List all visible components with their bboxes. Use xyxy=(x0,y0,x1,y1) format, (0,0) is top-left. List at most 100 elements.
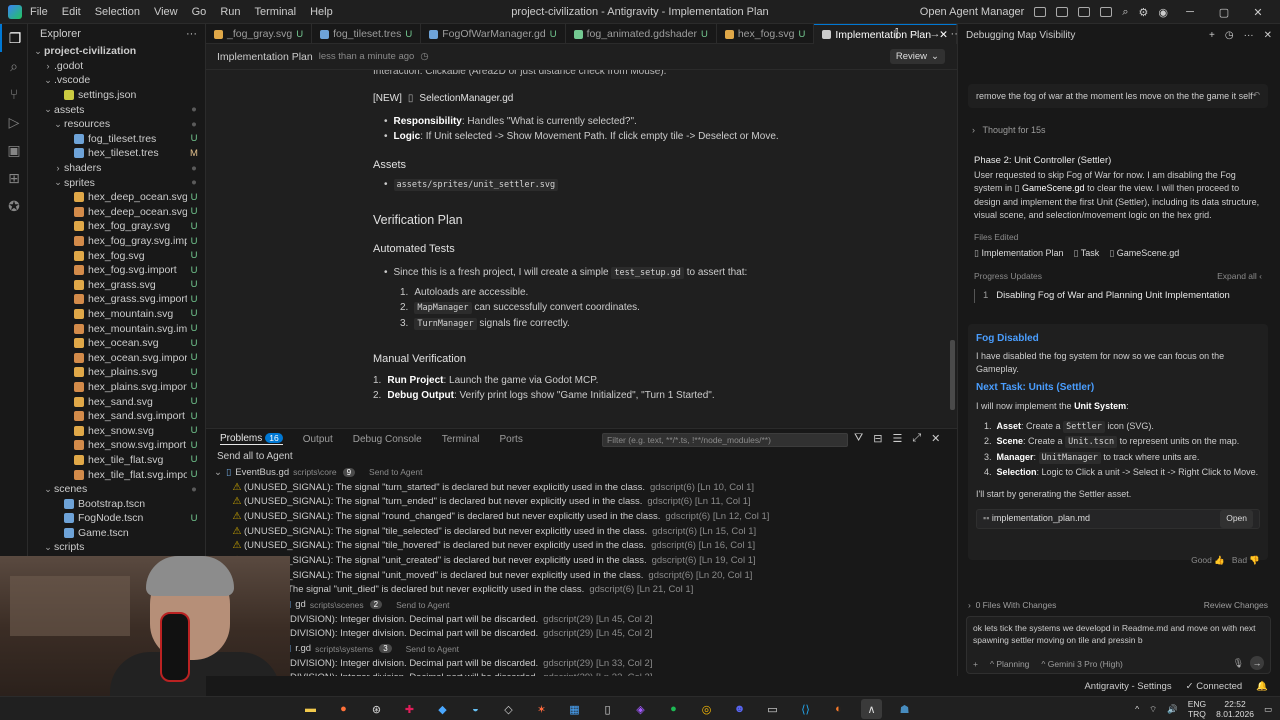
menu-terminal[interactable]: Terminal xyxy=(255,6,297,18)
source-control-icon[interactable]: ⑂ xyxy=(0,80,28,108)
notifications-icon[interactable]: ▭ xyxy=(1264,704,1272,715)
explorer-item[interactable]: hex_tile_flat.svg U xyxy=(28,453,205,468)
agent-icon[interactable]: ✪ xyxy=(0,192,28,220)
menu-selection[interactable]: Selection xyxy=(95,6,140,18)
app-blue-icon[interactable]: ◆ xyxy=(432,699,453,719)
editor-tab[interactable]: fog_animated.gdshader U xyxy=(566,24,717,44)
secondary-sidebar-icon[interactable] xyxy=(1100,7,1113,17)
explorer-icon[interactable]: ❐ xyxy=(0,24,28,52)
explorer-item[interactable]: hex_sand.svg U xyxy=(28,394,205,409)
firefox-icon[interactable]: ● xyxy=(333,699,354,719)
blender-icon[interactable]: ◐ xyxy=(828,699,849,719)
figma-icon[interactable]: ◈ xyxy=(630,699,651,719)
notepad-icon[interactable]: ▯ xyxy=(597,699,618,719)
plan-file-card[interactable]: ▪▪ implementation_plan.md Open xyxy=(976,509,1260,529)
clock[interactable]: 22:52 8.01.2026 xyxy=(1216,699,1254,719)
explorer-item[interactable]: fog_tileset.tres U xyxy=(28,132,205,147)
review-changes-button[interactable]: Review Changes xyxy=(1204,600,1268,610)
send-to-agent-button[interactable]: Send to Agent xyxy=(396,600,449,610)
editor-tab[interactable]: fog_tileset.tres U xyxy=(312,24,422,44)
explorer-item[interactable]: ⌄ sprites ● xyxy=(28,175,205,190)
language-indicator[interactable]: ENG TRQ xyxy=(1188,699,1206,719)
panel-tab-terminal[interactable]: Terminal xyxy=(442,434,480,445)
problems-filter-input[interactable]: Filter (e.g. text, **/*.ts, !**/node_mod… xyxy=(602,433,848,447)
good-button[interactable]: Good 👍 xyxy=(1191,555,1225,565)
edited-file-link[interactable]: ▯ GameScene.gd xyxy=(1109,247,1179,261)
antigravity-icon[interactable]: ∧ xyxy=(861,699,882,719)
problem-row[interactable]: ⚠(UNUSED_SIGNAL): The signal "unit_creat… xyxy=(206,553,957,568)
more-actions-icon[interactable]: ··· xyxy=(186,28,197,40)
explorer-item[interactable]: hex_mountain.svg.importU xyxy=(28,321,205,336)
problem-row[interactable]: ⚠ (UNUSED_SIGNAL): The signal "tile_hover… xyxy=(206,538,957,553)
send-to-agent-button[interactable]: Send to Agent xyxy=(406,644,459,654)
close-window-button[interactable]: ✕ xyxy=(1246,6,1270,19)
tray-chevron-icon[interactable]: ^ xyxy=(1135,704,1139,714)
search-view-icon[interactable]: ⌕ xyxy=(0,52,28,80)
chatgpt-icon[interactable]: ⊛ xyxy=(366,699,387,719)
explorer-item[interactable]: Bootstrap.tscn xyxy=(28,496,205,511)
problem-file-row[interactable]: ⌄ ▯ EventBus.gd scripts\core 9 Send to Agent xyxy=(206,465,957,480)
explorer-item[interactable]: ⌄ assets ● xyxy=(28,102,205,117)
problem-row[interactable]: ⚠SIGNAL): The signal "unit_died" is decl… xyxy=(206,583,957,598)
panel-tab-problems[interactable]: Problems 16 xyxy=(220,433,283,445)
explorer-item[interactable]: hex_deep_ocean.svg U xyxy=(28,190,205,205)
maximize-button[interactable]: ▢ xyxy=(1212,6,1236,19)
files-with-changes[interactable]: › 0 Files With Changes xyxy=(968,600,1056,610)
undo-icon[interactable]: ↶ xyxy=(1252,90,1260,101)
filter-icon[interactable]: ⛛ xyxy=(854,432,863,445)
connected-status[interactable]: ✓ Connected xyxy=(1186,681,1243,692)
edited-file-link[interactable]: ▯ Task xyxy=(1074,247,1100,261)
app-orange-icon[interactable]: ✶ xyxy=(531,699,552,719)
editor-tab[interactable]: FogOfWarManager.gd U xyxy=(421,24,566,44)
project-root[interactable]: ⌄ project-civilization xyxy=(28,44,205,59)
thought-toggle[interactable]: › Thought for 15s xyxy=(972,125,1046,135)
microphone-icon[interactable]: 🎙 xyxy=(1233,658,1244,669)
problem-file-row[interactable]: ⌄▯gdscripts\scenes2Send to Agent xyxy=(206,597,957,612)
explorer-item[interactable]: hex_fog_gray.svg.importU xyxy=(28,234,205,249)
explorer-item[interactable]: hex_tile_flat.svg.import U xyxy=(28,467,205,482)
editor-tab[interactable]: hex_fog.svg U xyxy=(717,24,815,44)
bad-button[interactable]: Bad 👎 xyxy=(1232,555,1260,565)
settings-status[interactable]: Antigravity - Settings xyxy=(1084,681,1171,692)
menu-file[interactable]: File xyxy=(30,6,48,18)
steam-icon[interactable]: ◒ xyxy=(465,699,486,719)
problem-row[interactable]: DIVISION): Integer division. Decimal par… xyxy=(206,612,957,627)
problem-row[interactable]: DIVISION): Integer division. Decimal par… xyxy=(206,627,957,642)
history-icon[interactable]: ◷ xyxy=(1225,30,1234,41)
view-as-list-icon[interactable]: ☰ xyxy=(892,432,902,445)
run-debug-icon[interactable]: ▷ xyxy=(0,108,28,136)
calendar-icon[interactable]: ▦ xyxy=(564,699,585,719)
explorer-item[interactable]: hex_fog_gray.svg U xyxy=(28,219,205,234)
explorer-item[interactable]: hex_sand.svg.import U xyxy=(28,409,205,424)
back-icon[interactable]: ← xyxy=(909,28,920,40)
chat-composer[interactable]: ok lets tick the systems we developd in … xyxy=(966,616,1271,674)
explorer-item[interactable]: hex_grass.svg.import U xyxy=(28,292,205,307)
extensions-icon[interactable]: ⊞ xyxy=(0,164,28,192)
explorer-item[interactable]: hex_grass.svg U xyxy=(28,278,205,293)
close-panel-icon[interactable]: ✕ xyxy=(931,432,940,445)
slack-icon[interactable]: ✚ xyxy=(399,699,420,719)
explorer-item[interactable]: › .godot xyxy=(28,59,205,74)
menu-go[interactable]: Go xyxy=(192,6,207,18)
open-agent-manager-button[interactable]: Open Agent Manager xyxy=(920,6,1025,18)
panel-toggle-icon[interactable] xyxy=(1078,7,1091,17)
send-all-to-agent-button[interactable]: Send all to Agent xyxy=(206,449,957,465)
search-icon[interactable]: ⌕ xyxy=(1122,6,1128,19)
explorer-item[interactable]: ⌄ scripts xyxy=(28,540,205,555)
panel-tab-debug-console[interactable]: Debug Console xyxy=(353,434,422,445)
explorer-item[interactable]: hex_plains.svg U xyxy=(28,365,205,380)
progress-item[interactable]: 1 Disabling Fog of War and Planning Unit… xyxy=(974,289,1262,303)
mode-select[interactable]: ^ Planning xyxy=(990,659,1029,669)
problem-row[interactable]: DIVISION): Integer division. Decimal par… xyxy=(206,656,957,671)
explorer-item[interactable]: › shaders ● xyxy=(28,161,205,176)
explorer-item[interactable]: hex_tileset.tres M xyxy=(28,146,205,161)
explorer-item[interactable]: hex_ocean.svg U xyxy=(28,336,205,351)
problem-row[interactable]: ⚠ (UNUSED_SIGNAL): The signal "round_chan… xyxy=(206,509,957,524)
doc-scrollbar[interactable] xyxy=(950,340,955,410)
open-plan-button[interactable]: Open xyxy=(1220,510,1253,528)
add-context-icon[interactable]: + xyxy=(973,659,978,669)
problem-row[interactable]: ⚠ (UNUSED_SIGNAL): The signal "turn_ended… xyxy=(206,494,957,509)
problem-file-row[interactable]: ⌄▯r.gdscripts\systems3Send to Agent xyxy=(206,641,957,656)
volume-icon[interactable]: 🔊 xyxy=(1167,704,1178,715)
history-icon[interactable]: ◷ xyxy=(420,51,428,62)
